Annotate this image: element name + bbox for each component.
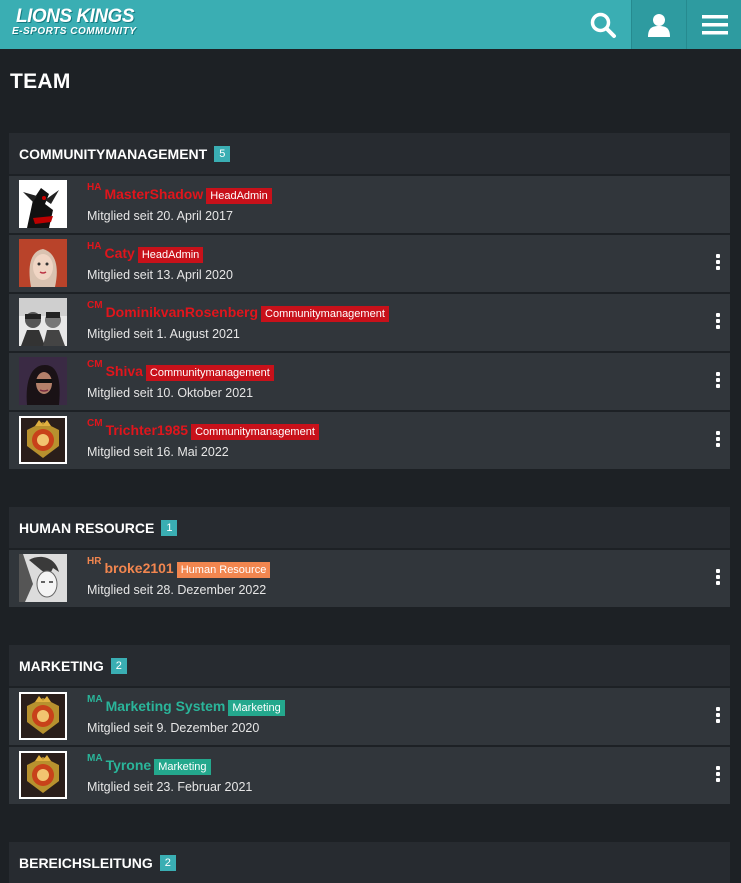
member-since: Mitglied seit 23. Februar 2021 (87, 780, 253, 794)
page-title: TEAM (10, 70, 71, 93)
role-badge: Communitymanagement (145, 365, 274, 381)
member-since: Mitglied seit 28. Dezember 2022 (87, 583, 267, 597)
member-since: Mitglied seit 16. Mai 2022 (87, 445, 229, 459)
search-icon (590, 12, 616, 38)
more-options-icon[interactable] (715, 431, 721, 449)
section-bereichsleitung: BEREICHSLEITUNG 2 (9, 842, 730, 883)
section-header: HUMAN RESOURCE 1 (9, 507, 730, 548)
section-marketing: MARKETING 2 MA Marketing System Marketin… (9, 645, 730, 804)
more-options-icon[interactable] (715, 372, 721, 390)
username-link[interactable]: Trichter1985 (106, 422, 189, 438)
hamburger-menu-icon (701, 14, 728, 34)
role-badge: Human Resource (176, 562, 271, 578)
member-since: Mitglied seit 10. Oktober 2021 (87, 386, 254, 400)
member-since: Mitglied seit 1. August 2021 (87, 327, 240, 341)
user-icon (648, 13, 670, 37)
avatar[interactable] (19, 751, 67, 799)
member-row: MA Tyrone Marketing Mitglied seit 23. Fe… (9, 747, 730, 804)
section-header: COMMUNITYMANAGEMENT 5 (9, 133, 730, 174)
section-communitymanagement: COMMUNITYMANAGEMENT 5 HA MasterShadow He… (9, 133, 730, 469)
role-badge: Marketing (228, 700, 285, 716)
avatar[interactable] (19, 180, 67, 228)
member-row: HA MasterShadow HeadAdmin Mitglied seit … (9, 176, 730, 233)
site-logo[interactable]: LIONS KINGS E-SPORTS COMMUNITY (12, 6, 172, 42)
username-link[interactable]: broke2101 (104, 560, 173, 576)
more-options-icon[interactable] (715, 707, 721, 725)
more-options-icon[interactable] (715, 766, 721, 784)
more-options-icon[interactable] (715, 313, 721, 331)
member-count-badge: 5 (214, 145, 231, 162)
rank-abbreviation: MA (87, 694, 103, 705)
username-link[interactable]: Shiva (106, 363, 143, 379)
section-human-resource: HUMAN RESOURCE 1 HR broke2101 Human Reso… (9, 507, 730, 607)
avatar[interactable] (19, 554, 67, 602)
member-row: CM Trichter1985 Communitymanagement Mitg… (9, 412, 730, 469)
member-count-badge: 2 (110, 657, 127, 674)
username-link[interactable]: DominikvanRosenberg (106, 304, 258, 320)
rank-abbreviation: CM (87, 359, 103, 370)
top-bar: LIONS KINGS E-SPORTS COMMUNITY (0, 0, 741, 49)
logo-line-2: E-SPORTS COMMUNITY (12, 26, 137, 37)
avatar[interactable] (19, 692, 67, 740)
rank-abbreviation: HA (87, 241, 102, 252)
avatar[interactable] (19, 298, 67, 346)
member-since: Mitglied seit 20. April 2017 (87, 209, 233, 223)
section-title: MARKETING (19, 657, 104, 674)
section-header: BEREICHSLEITUNG 2 (9, 842, 730, 883)
member-row: MA Marketing System Marketing Mitglied s… (9, 688, 730, 745)
section-title: BEREICHSLEITUNG (19, 854, 153, 871)
username-link[interactable]: Tyrone (106, 757, 152, 773)
rank-abbreviation: MA (87, 753, 103, 764)
username-link[interactable]: Marketing System (106, 698, 226, 714)
rank-abbreviation: HR (87, 556, 102, 567)
member-since: Mitglied seit 9. Dezember 2020 (87, 721, 260, 735)
role-badge: Communitymanagement (261, 306, 389, 322)
avatar[interactable] (19, 416, 67, 464)
logo-line-1: LIONS KINGS (16, 6, 135, 27)
menu-button[interactable] (686, 0, 741, 49)
avatar[interactable] (19, 239, 67, 287)
member-row: CM DominikvanRosenberg Communitymanageme… (9, 294, 730, 351)
member-since: Mitglied seit 13. April 2020 (87, 268, 233, 282)
role-badge: Marketing (154, 759, 211, 775)
username-link[interactable]: Caty (104, 245, 134, 261)
role-badge: HeadAdmin (206, 188, 272, 204)
rank-abbreviation: CM (87, 418, 103, 429)
section-title: HUMAN RESOURCE (19, 519, 155, 536)
search-button[interactable] (575, 0, 631, 49)
section-title: COMMUNITYMANAGEMENT (19, 145, 208, 162)
member-count-badge: 2 (159, 854, 176, 871)
rank-abbreviation: CM (87, 300, 103, 311)
avatar[interactable] (19, 357, 67, 405)
more-options-icon[interactable] (715, 254, 721, 272)
section-header: MARKETING 2 (9, 645, 730, 686)
role-badge: Communitymanagement (191, 424, 319, 440)
member-row: CM Shiva Communitymanagement Mitglied se… (9, 353, 730, 410)
member-count-badge: 1 (161, 519, 178, 536)
member-row: HA Caty HeadAdmin Mitglied seit 13. Apri… (9, 235, 730, 292)
username-link[interactable]: MasterShadow (104, 186, 203, 202)
role-badge: HeadAdmin (137, 247, 204, 263)
user-button[interactable] (631, 0, 686, 49)
rank-abbreviation: HA (87, 182, 102, 193)
more-options-icon[interactable] (715, 569, 721, 587)
member-row: HR broke2101 Human Resource Mitglied sei… (9, 550, 730, 607)
